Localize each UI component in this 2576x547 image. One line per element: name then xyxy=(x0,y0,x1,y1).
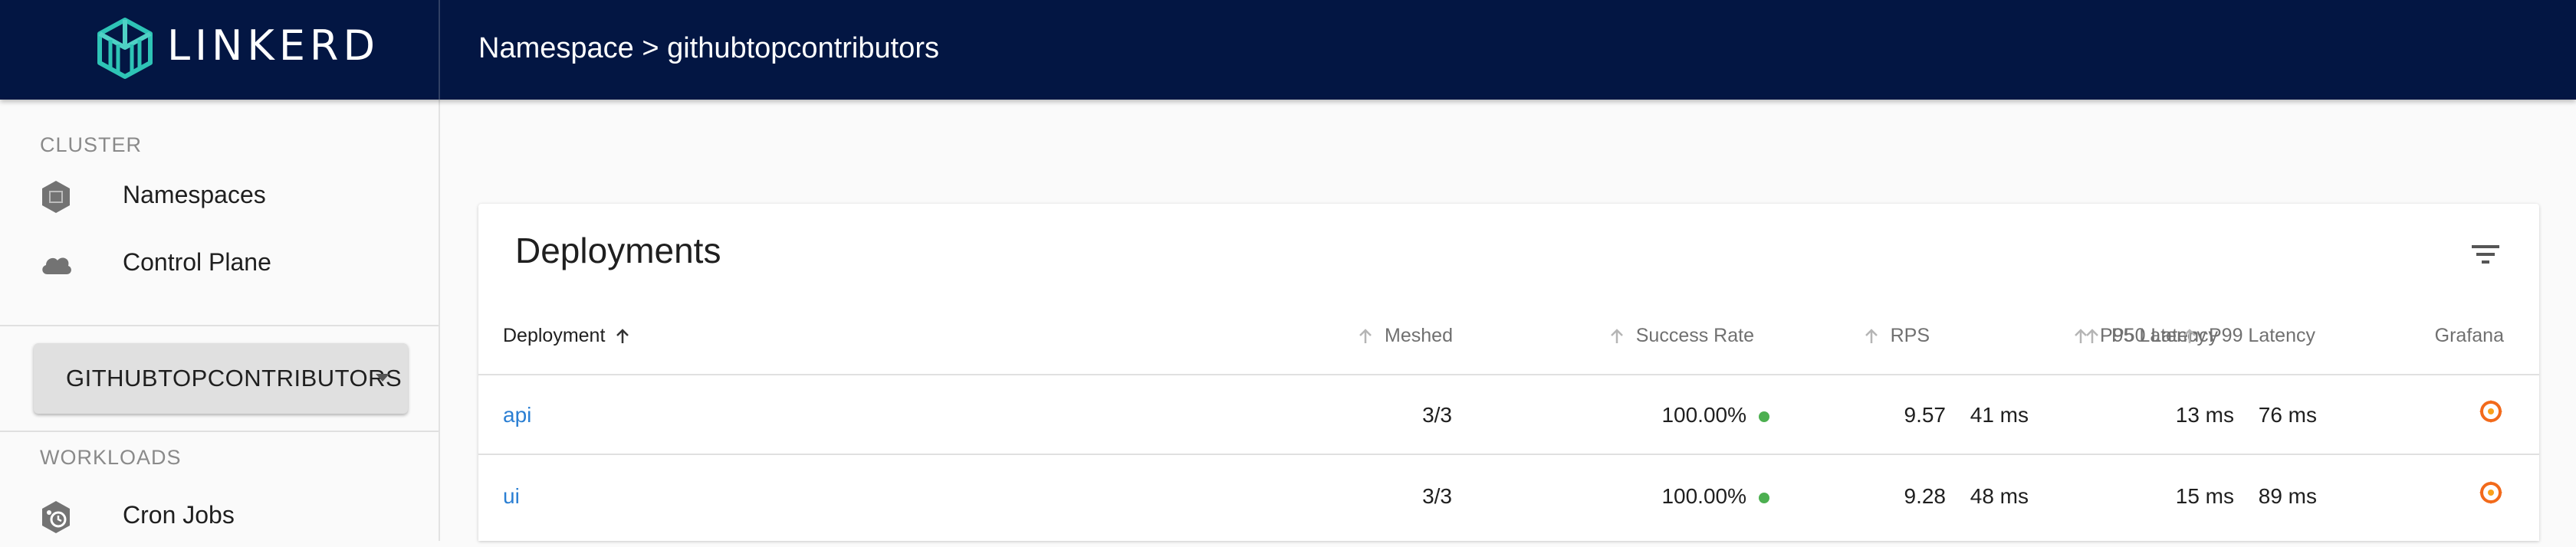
cloud-icon xyxy=(42,257,71,274)
sidebar-item-namespaces[interactable]: Namespaces xyxy=(0,165,439,227)
cron-jobs-icon xyxy=(42,501,70,533)
top-app-bar: LINKERD Namespace > githubtopcontributor… xyxy=(0,0,2576,100)
sidebar-divider xyxy=(0,431,439,432)
column-header-success-rate[interactable]: Success Rate xyxy=(1607,325,1754,347)
sidebar-item-control-plane[interactable]: Control Plane xyxy=(0,233,439,294)
cell-rps: 9.57 xyxy=(1904,403,1947,427)
sidebar-item-cron-jobs[interactable]: Cron Jobs xyxy=(0,486,439,547)
linkerd-logo-icon xyxy=(97,18,153,79)
deployment-link-ui[interactable]: ui xyxy=(503,484,520,509)
column-header-label: Meshed xyxy=(1385,325,1453,346)
namespace-icon xyxy=(42,181,70,213)
cell-p50-latency: 15 ms xyxy=(2175,484,2234,508)
page-title: Namespace > githubtopcontributors xyxy=(478,32,939,64)
sidebar-item-label: Control Plane xyxy=(123,248,271,276)
cell-meshed: 3/3 xyxy=(1422,403,1452,427)
grafana-icon[interactable] xyxy=(2478,480,2504,506)
sidebar: CLUSTER Namespaces Control Plane GITHUBT… xyxy=(0,100,440,541)
filter-icon[interactable] xyxy=(2469,237,2502,271)
column-header-label: Success Rate xyxy=(1635,325,1754,346)
sort-arrow-up-icon xyxy=(616,328,629,343)
sidebar-divider xyxy=(0,325,439,326)
namespace-select-value: GITHUBTOPCONTRIBUTORS xyxy=(66,365,402,391)
column-header-label: P99 Latency xyxy=(2209,325,2315,346)
grafana-icon[interactable] xyxy=(2478,398,2504,424)
column-header-p99-latency[interactable]: P99 Latency xyxy=(2108,325,2315,347)
sort-arrow-up-icon xyxy=(1610,328,1623,343)
sort-arrow-up-icon xyxy=(2183,328,2196,343)
cell-p50-latency: 13 ms xyxy=(2175,403,2234,427)
cluster-section-label: CLUSTER xyxy=(40,133,143,156)
chevron-down-icon xyxy=(376,374,389,382)
row-divider xyxy=(478,454,2539,455)
cell-meshed: 3/3 xyxy=(1422,484,1452,508)
sort-arrow-up-icon xyxy=(1865,328,1878,343)
header-divider xyxy=(478,374,2539,375)
workloads-section-label: WORKLOADS xyxy=(40,446,182,469)
brand[interactable]: LINKERD xyxy=(0,0,440,100)
column-header-deployment[interactable]: Deployment xyxy=(503,325,632,347)
brand-name: LINKERD xyxy=(167,21,380,70)
table-title: Deployments xyxy=(515,231,721,270)
column-header-label: Deployment xyxy=(503,325,606,346)
deployments-table-card: Deployments Deployment Meshed Success Ra… xyxy=(478,204,2539,541)
column-header-meshed[interactable]: Meshed xyxy=(1355,325,1453,347)
deployment-link-api[interactable]: api xyxy=(503,403,531,427)
sort-arrow-up-icon xyxy=(2075,328,2087,343)
namespace-select[interactable]: GITHUBTOPCONTRIBUTORS xyxy=(34,343,408,414)
sort-arrow-up-icon xyxy=(1359,328,1372,343)
sidebar-item-label: Namespaces xyxy=(123,181,266,208)
cell-rps: 9.28 xyxy=(1904,484,1947,508)
sidebar-item-label: Cron Jobs xyxy=(123,501,235,529)
